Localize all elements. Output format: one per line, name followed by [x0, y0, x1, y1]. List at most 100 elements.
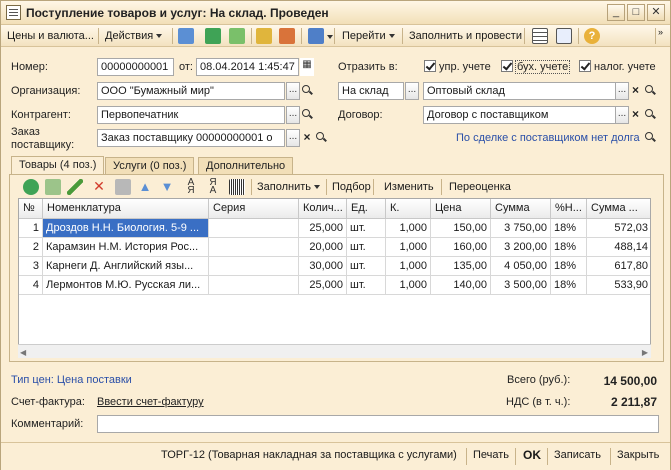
save-button[interactable]: Записать — [554, 449, 601, 461]
debt-status-link[interactable]: По сделке с поставщиком нет долга — [456, 132, 640, 144]
maximize-button[interactable]: □ — [627, 4, 645, 21]
row-price[interactable]: 140,00 — [431, 276, 491, 295]
column-header[interactable]: Цена — [431, 199, 491, 219]
row-price[interactable]: 135,00 — [431, 257, 491, 276]
supplier-order-field[interactable]: Заказ поставщику 00000000001 о — [97, 129, 285, 147]
organization-field[interactable]: ООО "Бумажный мир" — [97, 82, 285, 100]
mgmt-accounting-checkbox[interactable] — [424, 60, 436, 72]
row-unit[interactable]: шт. — [347, 238, 386, 257]
horizontal-scrollbar[interactable]: ◀ ▶ — [18, 344, 651, 358]
column-header[interactable]: %Н... — [551, 199, 587, 219]
counterparty-select-button[interactable]: ... — [286, 106, 300, 124]
price-type-link[interactable]: Тип цен: Цена поставки — [11, 374, 132, 386]
operation-type-select-button[interactable]: ... — [405, 82, 419, 100]
row-quantity[interactable]: 20,000 — [299, 238, 347, 257]
row-number[interactable]: 4 — [19, 276, 43, 295]
add-row-icon[interactable] — [23, 179, 39, 195]
row-number[interactable]: 3 — [19, 257, 43, 276]
copy-row-icon[interactable] — [45, 179, 61, 195]
row-number[interactable]: 2 — [19, 238, 43, 257]
minimize-button[interactable]: _ — [607, 4, 625, 21]
row-sum[interactable]: 3 200,00 — [491, 238, 551, 257]
row-series[interactable] — [209, 238, 299, 257]
sort-asc-icon[interactable]: AЯ — [183, 178, 199, 196]
row-nomenclature[interactable]: Карамзин Н.М. История Рос... — [43, 238, 209, 257]
move-down-icon[interactable]: ▼ — [159, 179, 175, 195]
chevron-down-icon[interactable] — [327, 35, 333, 39]
operation-type-field[interactable]: На склад — [338, 82, 404, 100]
move-up-icon[interactable]: ▲ — [137, 179, 153, 195]
row-vat-rate[interactable]: 18% — [551, 276, 587, 295]
edit-row-icon[interactable] — [67, 179, 83, 195]
column-header[interactable]: Сумма — [491, 199, 551, 219]
close-form-button[interactable]: Закрыть — [617, 449, 659, 461]
row-vat-rate[interactable]: 18% — [551, 238, 587, 257]
contract-field[interactable]: Договор с поставщиком — [423, 106, 627, 124]
refresh-icon[interactable] — [205, 28, 221, 44]
row-vat-rate[interactable]: 18% — [551, 257, 587, 276]
calendar-icon[interactable]: ▦ — [300, 58, 314, 76]
supplier-order-select-button[interactable]: ... — [286, 129, 300, 147]
search-icon[interactable] — [314, 129, 328, 147]
row-series[interactable] — [209, 257, 299, 276]
supplier-order-clear-icon[interactable]: × — [300, 129, 314, 147]
warehouse-clear-icon[interactable]: × — [629, 82, 642, 100]
row-unit[interactable]: шт. — [347, 276, 386, 295]
date-field[interactable]: 08.04.2014 1:45:47 — [196, 58, 299, 76]
unpost-icon[interactable] — [279, 28, 295, 44]
row-sum[interactable]: 3 750,00 — [491, 219, 551, 238]
counterparty-field[interactable]: Первопечатник — [97, 106, 285, 124]
row-quantity[interactable]: 25,000 — [299, 276, 347, 295]
tab-goods[interactable]: Товары (4 поз.) — [11, 156, 105, 176]
row-vat-sum[interactable]: 572,03 — [587, 219, 650, 238]
column-header[interactable]: Колич... — [299, 199, 347, 219]
contract-clear-icon[interactable]: × — [629, 106, 642, 124]
list-icon[interactable] — [532, 28, 548, 44]
row-coefficient[interactable]: 1,000 — [386, 238, 431, 257]
row-vat-rate[interactable]: 18% — [551, 219, 587, 238]
goto-menu[interactable]: Перейти — [342, 28, 395, 44]
pick-button[interactable]: Подбор — [332, 179, 371, 195]
enter-invoice-link[interactable]: Ввести счет-фактуру — [97, 396, 204, 408]
barcode-icon[interactable] — [229, 179, 245, 195]
row-series[interactable] — [209, 276, 299, 295]
prices-currency-button[interactable]: Цены и валюта... — [7, 28, 94, 44]
column-header[interactable]: Номенклатура — [43, 199, 209, 219]
scroll-left-icon[interactable]: ◀ — [20, 348, 26, 357]
column-header[interactable]: Ед. — [347, 199, 386, 219]
row-price[interactable]: 150,00 — [431, 219, 491, 238]
scroll-right-icon[interactable]: ▶ — [642, 348, 648, 357]
row-coefficient[interactable]: 1,000 — [386, 257, 431, 276]
comment-field[interactable] — [97, 415, 659, 433]
contract-select-button[interactable]: ... — [615, 106, 629, 124]
back-doc-icon[interactable] — [178, 28, 194, 44]
row-nomenclature[interactable]: Лермонтов М.Ю. Русская ли... — [43, 276, 209, 295]
row-coefficient[interactable]: 1,000 — [386, 219, 431, 238]
row-quantity[interactable]: 25,000 — [299, 219, 347, 238]
search-icon[interactable] — [643, 82, 657, 100]
row-unit[interactable]: шт. — [347, 219, 386, 238]
torg12-print-button[interactable]: ТОРГ-12 (Товарная накладная за поставщик… — [161, 449, 457, 461]
row-nomenclature[interactable]: Карнеги Д. Английский язы... — [43, 257, 209, 276]
row-sum[interactable]: 3 500,00 — [491, 276, 551, 295]
change-button[interactable]: Изменить — [384, 179, 434, 195]
tab-additional[interactable]: Дополнительно — [198, 157, 294, 175]
row-vat-sum[interactable]: 488,14 — [587, 238, 650, 257]
row-series[interactable] — [209, 219, 299, 238]
row-number[interactable]: 1 — [19, 219, 43, 238]
revalue-button[interactable]: Переоценка — [449, 179, 511, 195]
row-quantity[interactable]: 30,000 — [299, 257, 347, 276]
structure-icon[interactable] — [308, 28, 324, 44]
fill-menu[interactable]: Заполнить — [257, 179, 321, 195]
close-button[interactable]: ✕ — [647, 4, 665, 21]
tab-services[interactable]: Услуги (0 поз.) — [105, 157, 195, 175]
copy-icon[interactable] — [229, 28, 245, 44]
column-header[interactable]: Сумма ... — [587, 199, 650, 219]
row-unit[interactable]: шт. — [347, 257, 386, 276]
column-header[interactable]: № — [19, 199, 43, 219]
row-vat-sum[interactable]: 533,90 — [587, 276, 650, 295]
accounting-checkbox[interactable] — [501, 60, 513, 72]
sort-desc-icon[interactable]: ЯA — [205, 178, 221, 196]
row-sum[interactable]: 4 050,00 — [491, 257, 551, 276]
search-icon[interactable] — [300, 106, 314, 124]
